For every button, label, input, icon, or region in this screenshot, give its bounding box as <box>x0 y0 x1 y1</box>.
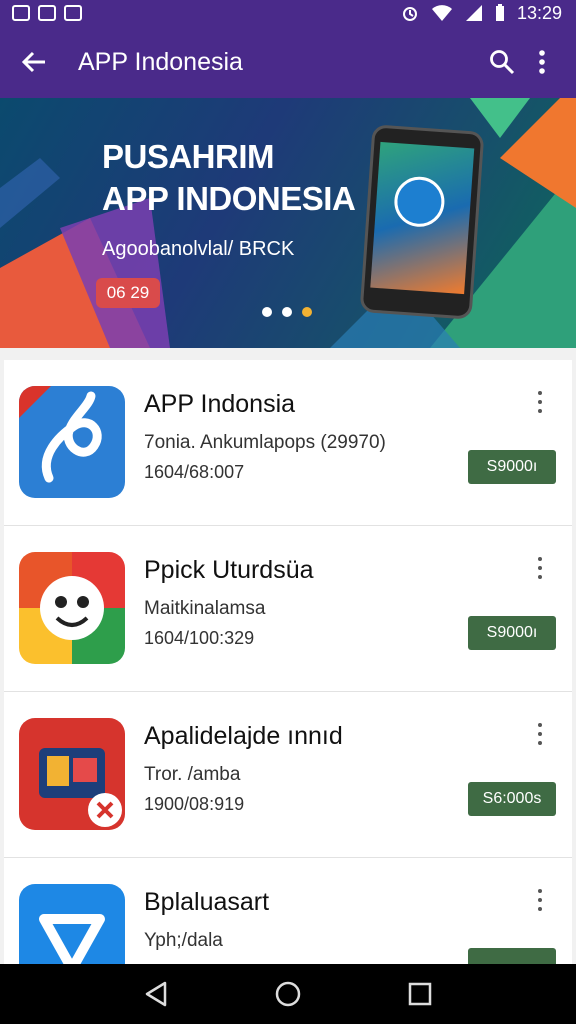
nav-recents-button[interactable] <box>400 974 440 1014</box>
carousel-indicator <box>262 307 312 317</box>
more-vert-icon <box>539 50 545 74</box>
install-button[interactable] <box>468 948 556 964</box>
more-options-button[interactable] <box>530 886 550 914</box>
status-bar: 13:29 <box>0 0 576 26</box>
app-icon <box>19 884 125 964</box>
app-subtitle: Yph;/dala <box>144 930 223 951</box>
app-meta: 1604/68:007 <box>144 462 245 482</box>
banner-title: PUSAHRIM APP INDONESIA <box>102 138 356 217</box>
search-button[interactable] <box>482 42 522 82</box>
carousel-dot[interactable] <box>282 307 292 317</box>
notification-icon <box>64 5 82 21</box>
arrow-back-icon <box>21 51 45 73</box>
notification-icon <box>38 5 56 21</box>
list-item[interactable]: Bplaluasart Yph;/dala <box>4 858 572 964</box>
install-button[interactable]: S6:000s <box>468 782 556 816</box>
status-time: 13:29 <box>516 2 562 23</box>
app-icon <box>19 718 125 830</box>
app-list: APP Indonsia 7onia. Ankumlapops (29970) … <box>4 360 572 964</box>
wifi-icon <box>431 5 452 21</box>
signal-icon <box>465 5 482 21</box>
alarm-icon <box>402 7 417 21</box>
recents-square-icon <box>408 982 432 1006</box>
more-options-button[interactable] <box>530 554 550 582</box>
nav-back-button[interactable] <box>136 974 176 1014</box>
app-subtitle: Tror. /amba <box>144 764 241 785</box>
banner-subtitle: Agoobanolvlal/ BRCK <box>102 238 295 260</box>
battery-icon <box>495 4 504 21</box>
list-item[interactable]: APP Indonsia 7onia. Ankumlapops (29970) … <box>4 360 572 526</box>
back-button[interactable] <box>18 46 50 78</box>
app-subtitle: Maitkinalamsa <box>144 598 266 619</box>
more-options-button[interactable] <box>530 720 550 748</box>
promo-banner[interactable]: PUSAHRIM APP INDONESIA Agoobanolvlal/ BR… <box>0 98 576 348</box>
carousel-dot[interactable] <box>262 307 272 317</box>
app-name: Bplaluasart <box>144 888 270 916</box>
app-name: Ppick Uturdsüa <box>144 556 314 584</box>
list-item[interactable]: Apalidelajde ınnıd Tror. /amba 1900/08:9… <box>4 692 572 858</box>
list-item[interactable]: Ppick Uturdsüa Maitkinalamsa 1604/100:32… <box>4 526 572 692</box>
phone-illustration <box>359 124 485 320</box>
notification-icon <box>12 5 30 21</box>
nav-home-button[interactable] <box>268 974 308 1014</box>
app-bar: APP Indonesia <box>0 26 576 98</box>
page-title: APP Indonesia <box>78 47 243 76</box>
app-meta: 1604/100:329 <box>144 628 255 648</box>
app-icon <box>19 386 125 498</box>
install-button[interactable]: S9000ı <box>468 450 556 484</box>
back-triangle-icon <box>145 981 167 1007</box>
banner-badge: 06 29 <box>96 278 160 308</box>
system-nav-bar <box>0 964 576 1024</box>
carousel-dot-active[interactable] <box>302 307 312 317</box>
app-name: APP Indonsia <box>144 390 296 418</box>
overflow-menu-button[interactable] <box>522 42 562 82</box>
app-meta: 1900/08:919 <box>144 794 245 814</box>
app-name: Apalidelajde ınnıd <box>144 722 343 750</box>
more-options-button[interactable] <box>530 388 550 416</box>
home-circle-icon <box>275 981 301 1007</box>
app-subtitle: 7onia. Ankumlapops (29970) <box>144 432 386 453</box>
install-button[interactable]: S9000ı <box>468 616 556 650</box>
search-icon <box>490 50 515 75</box>
app-icon <box>19 552 125 664</box>
